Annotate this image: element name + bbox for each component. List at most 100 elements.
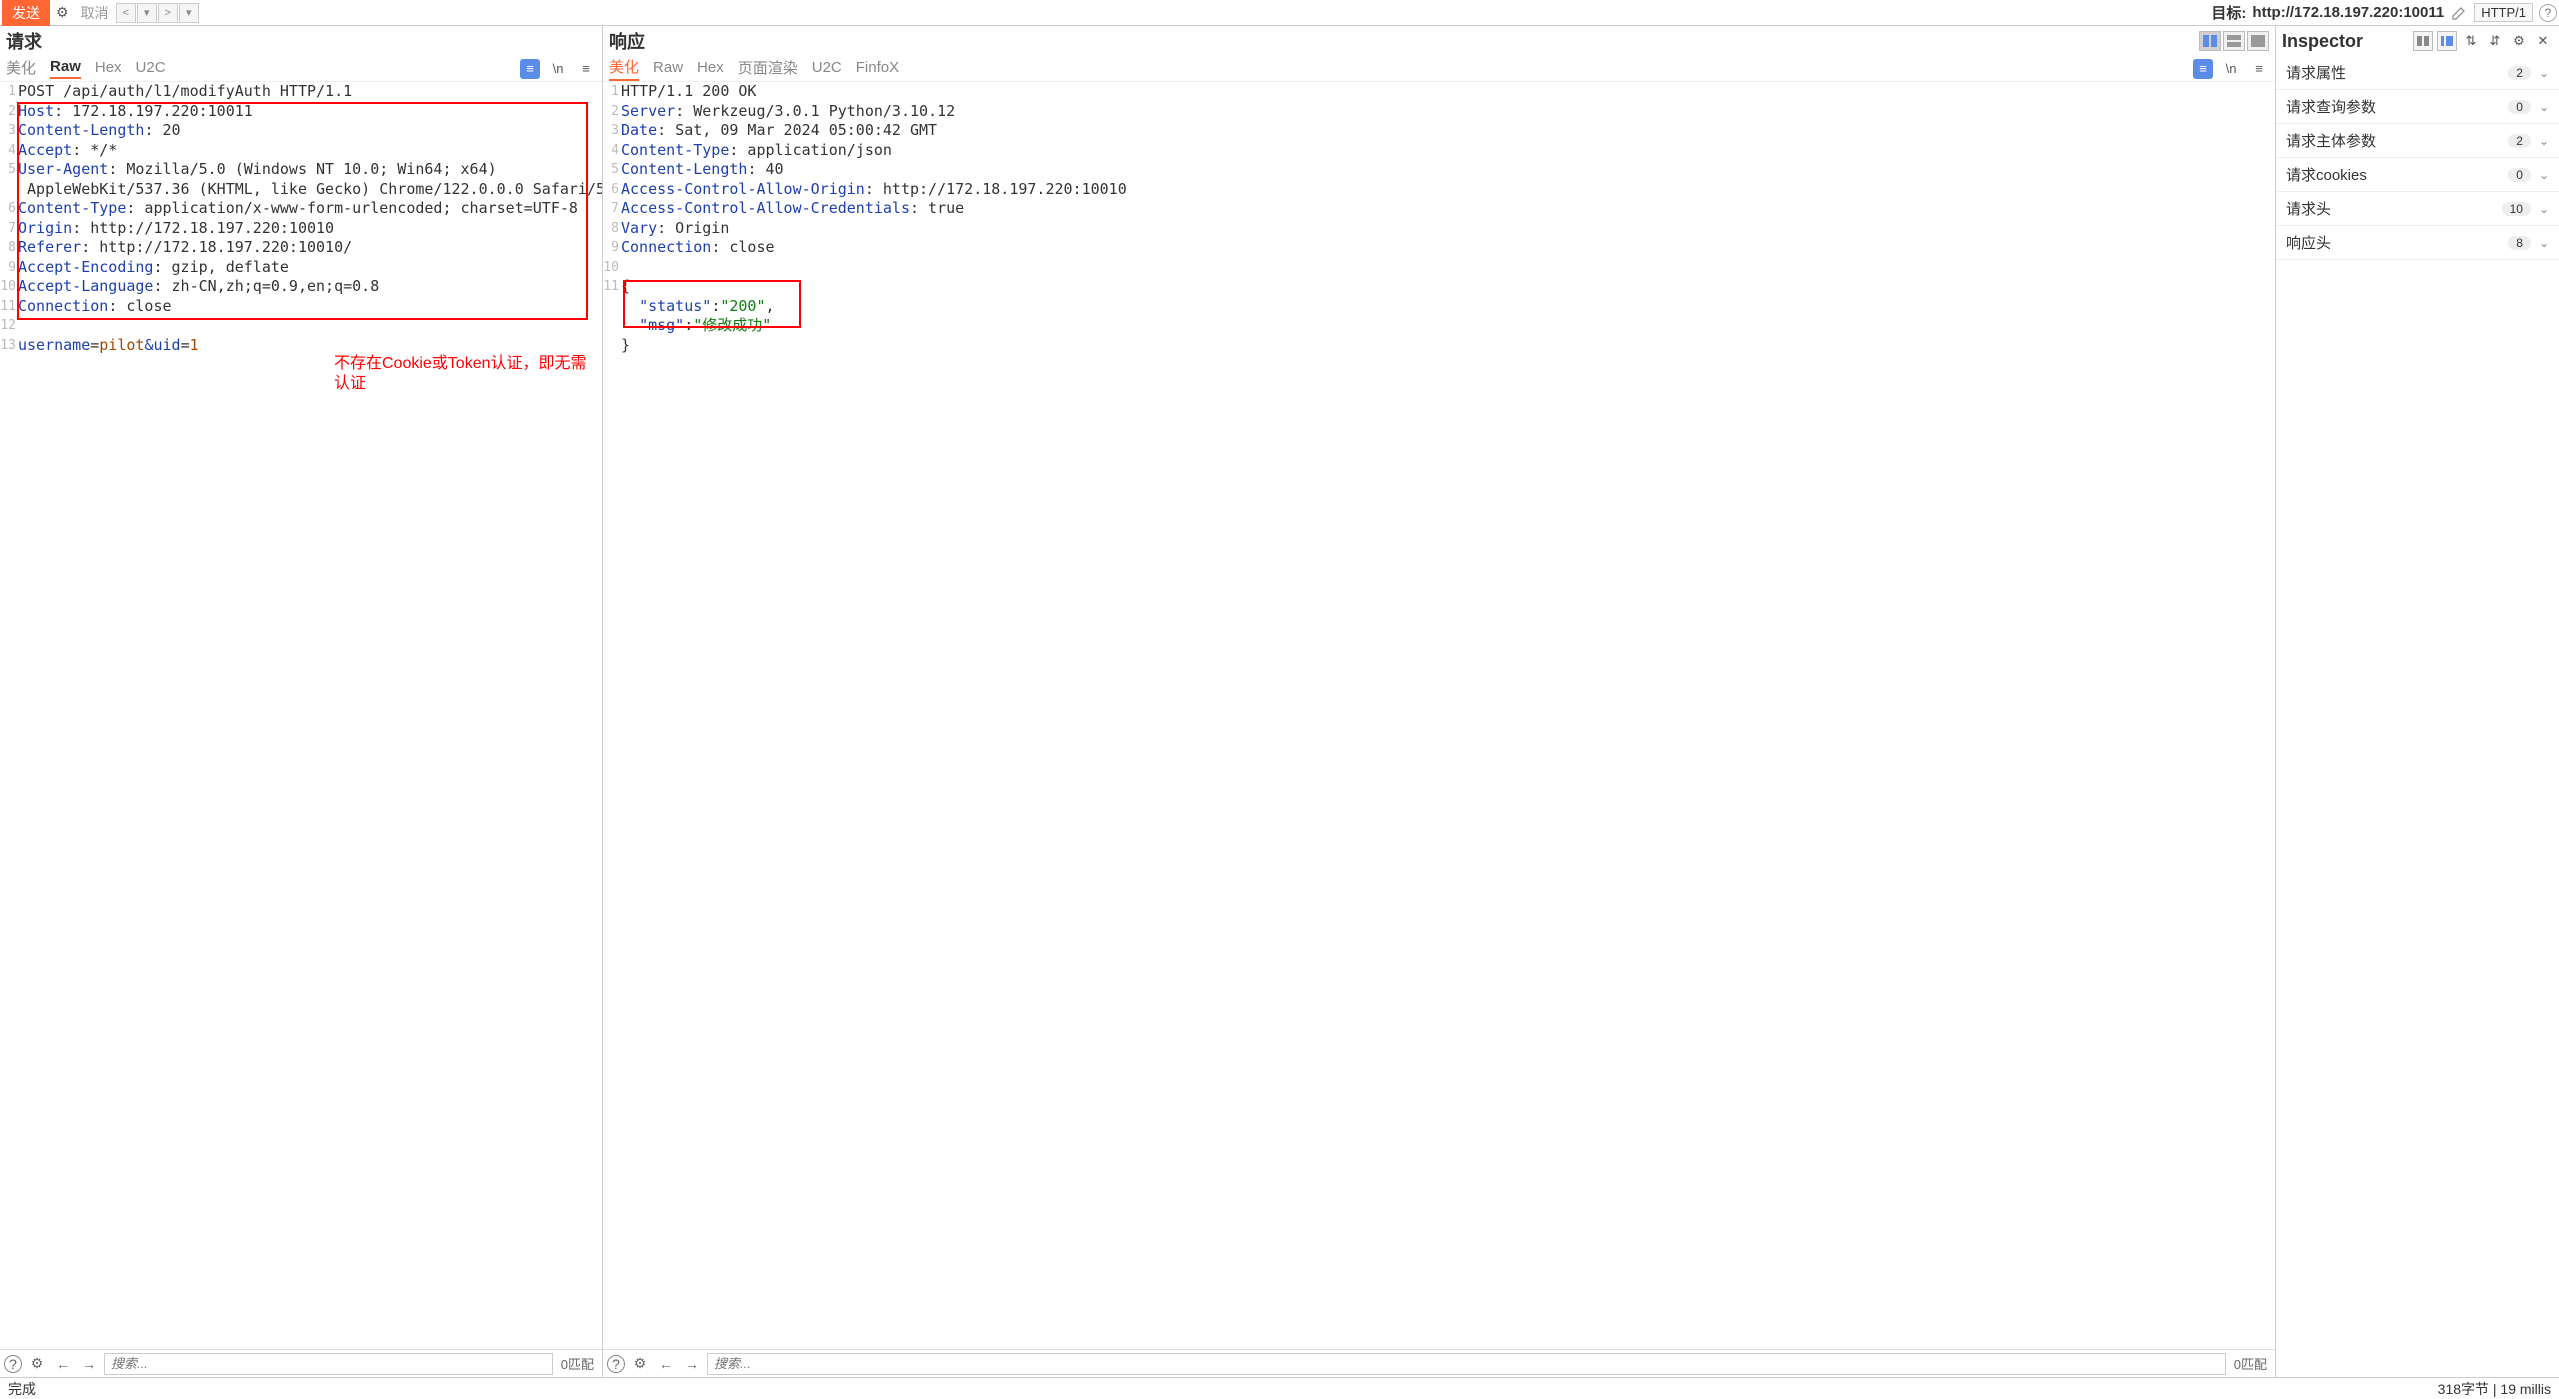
search-next-icon[interactable]: → <box>78 1353 100 1375</box>
response-header: 响应 <box>603 26 2275 56</box>
editor-line: 10Accept-Language: zh-CN,zh;q=0.9,en;q=0… <box>0 277 602 297</box>
inspector-row-label: 请求属性 <box>2286 62 2346 83</box>
editor-line: 9Accept-Encoding: gzip, deflate <box>0 258 602 278</box>
gear-icon: ⚙ <box>56 4 69 20</box>
tab-resp-hex[interactable]: Hex <box>697 59 724 78</box>
editor-line: "msg":"修改成功" <box>603 316 2275 336</box>
editor-line: 6Access-Control-Allow-Origin: http://172… <box>603 180 2275 200</box>
tab-hex[interactable]: Hex <box>95 59 122 78</box>
inspector-close-icon[interactable]: ✕ <box>2533 31 2553 51</box>
doc-icon[interactable]: ≡ <box>520 59 540 79</box>
nav-forward-button[interactable]: > <box>158 3 178 23</box>
annotation-text: 不存在Cookie或Token认证，即无需认证 <box>334 354 602 393</box>
request-editor[interactable]: 不存在Cookie或Token认证，即无需认证 1POST /api/auth/… <box>0 82 602 1349</box>
resp-newline-toggle[interactable]: \n <box>2221 59 2241 79</box>
inspector-filter-icon[interactable]: ⇵ <box>2485 31 2505 51</box>
editor-line: 13username=pilot&uid=1 <box>0 336 602 356</box>
inspector-layout1-icon[interactable] <box>2413 31 2433 51</box>
settings-button[interactable]: ⚙ <box>50 2 75 23</box>
resp-doc-icon[interactable]: ≡ <box>2193 59 2213 79</box>
editor-line: 11{ <box>603 277 2275 297</box>
editor-line: 8Vary: Origin <box>603 219 2275 239</box>
editor-line: 4Accept: */* <box>0 141 602 161</box>
inspector-row[interactable]: 请求属性2⌄ <box>2276 56 2559 90</box>
inspector-expand-icon[interactable]: ⇅ <box>2461 31 2481 51</box>
editor-line: 12 <box>0 316 602 336</box>
inspector-row[interactable]: 请求cookies0⌄ <box>2276 158 2559 192</box>
inspector-row-label: 请求主体参数 <box>2286 130 2376 151</box>
editor-line: 9Connection: close <box>603 238 2275 258</box>
send-button[interactable]: 发送 <box>2 0 50 26</box>
editor-line: 3Content-Length: 20 <box>0 121 602 141</box>
editor-line: 5Content-Length: 40 <box>603 160 2275 180</box>
editor-line: 1HTTP/1.1 200 OK <box>603 82 2275 102</box>
response-editor[interactable]: 1HTTP/1.1 200 OK2Server: Werkzeug/3.0.1 … <box>603 82 2275 1349</box>
inspector-row[interactable]: 请求主体参数 2 ⌄ <box>2276 124 2559 158</box>
tab-resp-render[interactable]: 页面渲染 <box>738 57 798 80</box>
request-tab-tools: ≡ \n ≡ <box>520 59 596 79</box>
response-title: 响应 <box>609 28 645 54</box>
tab-resp-finfox[interactable]: FinfoX <box>856 59 899 78</box>
inspector-row-count: 10 <box>2502 202 2531 216</box>
editor-line: 3Date: Sat, 09 Mar 2024 05:00:42 GMT <box>603 121 2275 141</box>
tab-resp-u2c[interactable]: U2C <box>812 59 842 78</box>
tab-raw[interactable]: Raw <box>50 58 81 79</box>
inspector-rows: 请求属性2⌄请求查询参数0⌄请求主体参数2⌄请求cookies0⌄请求头10⌄响… <box>2276 56 2559 260</box>
inspector-row-count: 0 <box>2508 100 2531 114</box>
chevron-down-icon: ⌄ <box>2539 66 2549 80</box>
layout-rows-icon[interactable] <box>2223 31 2245 51</box>
editor-line: 7Origin: http://172.18.197.220:10010 <box>0 219 602 239</box>
inspector-row-label: 请求cookies <box>2286 164 2367 185</box>
editor-line: 2Host: 172.18.197.220:10011 <box>0 102 602 122</box>
inspector-pane: Inspector ⇅ ⇵ ⚙ ✕ 请求属性2⌄请求查询参数0⌄请求主体参数2⌄… <box>2276 26 2559 1377</box>
tab-resp-raw[interactable]: Raw <box>653 59 683 78</box>
resp-search-settings-icon[interactable]: ⚙ <box>629 1353 651 1375</box>
main-toolbar: 发送 ⚙ 取消 < ▾ > ▾ 目标: http://172.18.197.22… <box>0 0 2559 26</box>
layout-single-icon[interactable] <box>2247 31 2269 51</box>
layout-columns-icon[interactable] <box>2199 31 2221 51</box>
search-settings-icon[interactable]: ⚙ <box>26 1353 48 1375</box>
tab-beautify[interactable]: 美化 <box>6 57 36 80</box>
editor-line: 6Content-Type: application/x-www-form-ur… <box>0 199 602 219</box>
inspector-row[interactable]: 请求查询参数0⌄ <box>2276 90 2559 124</box>
nav-back-dropdown[interactable]: ▾ <box>137 3 157 23</box>
inspector-title: Inspector <box>2282 31 2363 52</box>
inspector-row-count: 2 <box>2508 134 2531 148</box>
response-search-row: ? ⚙ ← → 0匹配 <box>603 1349 2275 1377</box>
request-search-input[interactable] <box>104 1353 553 1375</box>
search-prev-icon[interactable]: ← <box>52 1353 74 1375</box>
inspector-row[interactable]: 响应头8⌄ <box>2276 226 2559 260</box>
editor-line: 7Access-Control-Allow-Credentials: true <box>603 199 2275 219</box>
help-icon[interactable]: ? <box>2539 4 2557 22</box>
menu-icon[interactable]: ≡ <box>576 59 596 79</box>
editor-line: 11Connection: close <box>0 297 602 317</box>
chevron-down-icon: ⌄ <box>2539 100 2549 114</box>
editor-line: 8Referer: http://172.18.197.220:10010/ <box>0 238 602 258</box>
editor-line: 1POST /api/auth/l1/modifyAuth HTTP/1.1 <box>0 82 602 102</box>
resp-search-next-icon[interactable]: → <box>681 1353 703 1375</box>
request-tabs: 美化 Raw Hex U2C ≡ \n ≡ <box>0 56 602 82</box>
response-search-input[interactable] <box>707 1353 2226 1375</box>
cancel-button[interactable]: 取消 <box>75 1 115 25</box>
response-tabs: 美化 Raw Hex 页面渲染 U2C FinfoX ≡ \n ≡ <box>603 56 2275 82</box>
nav-forward-dropdown[interactable]: ▾ <box>179 3 199 23</box>
target-url: http://172.18.197.220:10011 <box>2252 4 2444 21</box>
inspector-settings-icon[interactable]: ⚙ <box>2509 31 2529 51</box>
editor-line: "status":"200", <box>603 297 2275 317</box>
newline-toggle[interactable]: \n <box>548 59 568 79</box>
request-match-count: 0匹配 <box>557 1354 598 1373</box>
help-search-icon[interactable]: ? <box>4 1355 22 1373</box>
chevron-down-icon: ⌄ <box>2539 134 2549 148</box>
http-version-selector[interactable]: HTTP/1 <box>2474 3 2533 22</box>
nav-back-button[interactable]: < <box>116 3 136 23</box>
chevron-down-icon: ⌄ <box>2539 168 2549 182</box>
layout-toggles <box>2199 31 2269 51</box>
resp-help-search-icon[interactable]: ? <box>607 1355 625 1373</box>
edit-target-icon[interactable] <box>2450 4 2468 22</box>
tab-resp-beautify[interactable]: 美化 <box>609 56 639 81</box>
inspector-layout2-icon[interactable] <box>2437 31 2457 51</box>
tab-u2c[interactable]: U2C <box>136 59 166 78</box>
resp-search-prev-icon[interactable]: ← <box>655 1353 677 1375</box>
inspector-row[interactable]: 请求头10⌄ <box>2276 192 2559 226</box>
resp-menu-icon[interactable]: ≡ <box>2249 59 2269 79</box>
